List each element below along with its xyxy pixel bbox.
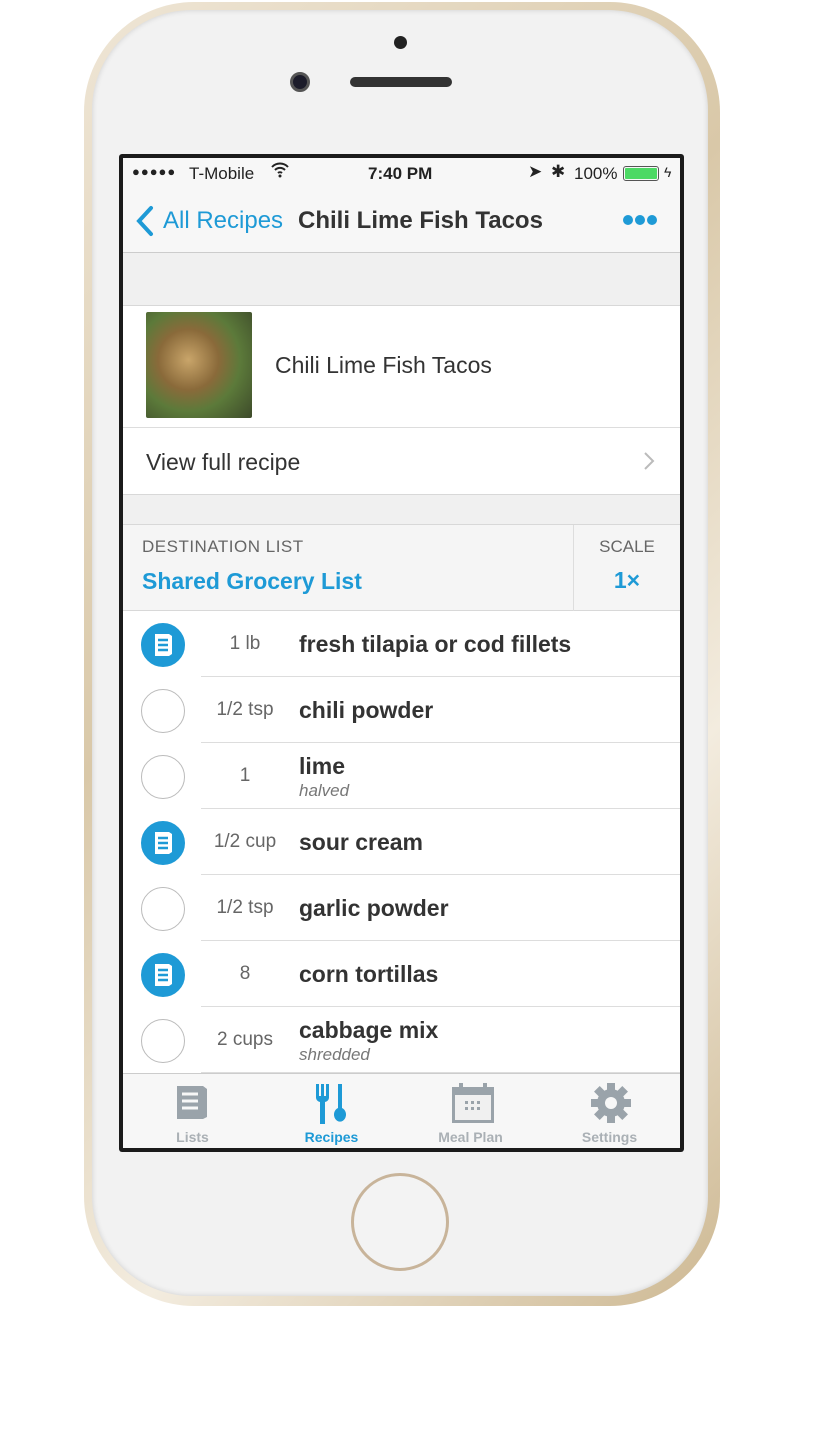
tab-recipes-label: Recipes xyxy=(304,1129,359,1145)
ingredient-row[interactable]: 2 cups cabbage mix shredded xyxy=(123,1007,680,1073)
nav-bar: All Recipes Chili Lime Fish Tacos xyxy=(123,190,680,253)
destination-section: DESTINATION LIST Shared Grocery List SCA… xyxy=(123,524,680,611)
recipe-thumbnail[interactable] xyxy=(146,312,252,418)
back-label: All Recipes xyxy=(163,207,284,234)
ingredient-name: garlic powder xyxy=(299,895,449,921)
screen: ●●●●● T-Mobile 7:40 PM ➤ ✱ 100% ϟ All Re… xyxy=(123,158,680,1148)
destination-value: Shared Grocery List xyxy=(142,568,362,594)
list-icon xyxy=(154,831,172,854)
ingredient-row[interactable]: 1/2 tsp chili powder xyxy=(123,677,680,743)
bluetooth-icon: ✱ xyxy=(551,162,566,181)
home-button[interactable] xyxy=(351,1173,449,1271)
ingredient-name: chili powder xyxy=(299,697,434,723)
location-icon: ➤ xyxy=(528,162,543,181)
add-to-list-toggle[interactable] xyxy=(141,887,185,931)
ingredient-row[interactable]: 1 lb fresh tilapia or cod fillets xyxy=(123,611,680,677)
on-list-toggle[interactable] xyxy=(141,821,185,865)
chevron-left-icon xyxy=(136,206,153,236)
recipe-name: Chili Lime Fish Tacos xyxy=(275,352,492,378)
ingredient-quantity: 1 xyxy=(239,765,251,786)
ingredient-note: shredded xyxy=(299,1045,370,1064)
tab-lists-label: Lists xyxy=(176,1129,209,1145)
view-full-recipe-row[interactable]: View full recipe xyxy=(123,428,680,494)
signal-icon: ●●●●● xyxy=(132,164,177,179)
ingredient-quantity: 1/2 tsp xyxy=(216,699,274,720)
destination-label: DESTINATION LIST xyxy=(142,537,304,556)
view-full-recipe-label: View full recipe xyxy=(146,449,301,475)
speaker xyxy=(350,77,452,87)
carrier: T-Mobile xyxy=(189,164,255,183)
ingredient-name: cabbage mix xyxy=(299,1017,439,1043)
ingredient-row[interactable]: 1/2 tsp garlic powder xyxy=(123,875,680,941)
recipe-card: Chili Lime Fish Tacos View full recipe xyxy=(123,305,680,495)
ingredient-name: fresh tilapia or cod fillets xyxy=(299,631,572,657)
ingredient-name: lime xyxy=(299,753,346,779)
ingredient-row[interactable]: 8 corn tortillas xyxy=(123,941,680,1007)
add-to-list-toggle[interactable] xyxy=(141,689,185,733)
tab-lists[interactable]: Lists xyxy=(123,1074,262,1148)
wifi-icon xyxy=(271,162,289,183)
charging-icon: ϟ xyxy=(664,164,672,180)
add-to-list-toggle[interactable] xyxy=(141,1019,185,1063)
gear-icon xyxy=(591,1083,631,1123)
tab-settings-label: Settings xyxy=(581,1129,638,1145)
battery-icon xyxy=(623,166,659,181)
sensor xyxy=(394,36,407,49)
tab-settings[interactable]: Settings xyxy=(540,1074,679,1148)
list-icon xyxy=(154,633,172,656)
on-list-toggle[interactable] xyxy=(141,953,185,997)
ingredient-name: sour cream xyxy=(299,829,424,855)
ingredient-quantity: 2 cups xyxy=(217,1029,273,1050)
clock: 7:40 PM xyxy=(368,164,433,183)
ingredient-quantity: 8 xyxy=(239,963,251,984)
ingredient-quantity: 1/2 cup xyxy=(213,831,277,852)
destination-list-picker[interactable]: DESTINATION LIST Shared Grocery List xyxy=(123,525,573,611)
add-to-list-toggle[interactable] xyxy=(141,755,185,799)
on-list-toggle[interactable] xyxy=(141,623,185,667)
ingredient-note: halved xyxy=(299,781,350,800)
tab-meal-plan-label: Meal Plan xyxy=(438,1129,503,1145)
ingredient-quantity: 1/2 tsp xyxy=(216,897,274,918)
more-icon xyxy=(623,215,657,225)
list-icon xyxy=(154,963,172,986)
tab-meal-plan[interactable]: Meal Plan xyxy=(401,1074,540,1148)
ingredient-row[interactable]: 1/2 cup sour cream xyxy=(123,809,680,875)
status-bar: ●●●●● T-Mobile 7:40 PM ➤ ✱ 100% ϟ xyxy=(123,158,680,190)
back-button[interactable]: All Recipes xyxy=(135,204,283,238)
ingredient-quantity: 1 lb xyxy=(229,633,261,654)
battery-percent: 100% xyxy=(574,164,618,183)
scale-value: 1× xyxy=(613,567,641,593)
tab-recipes[interactable]: Recipes xyxy=(262,1074,401,1148)
page-title: Chili Lime Fish Tacos xyxy=(298,207,543,234)
lists-icon xyxy=(177,1086,207,1119)
more-button[interactable] xyxy=(623,213,657,231)
scale-label: SCALE xyxy=(599,537,655,556)
scale-picker[interactable]: SCALE 1× xyxy=(573,525,680,611)
chevron-right-icon xyxy=(644,452,655,470)
tab-bar: Lists Recipes Meal Plan Settings xyxy=(123,1073,680,1148)
front-camera xyxy=(290,72,310,92)
recipe-header: Chili Lime Fish Tacos xyxy=(123,306,680,428)
ingredient-row[interactable]: 1 lime halved xyxy=(123,743,680,809)
calendar-icon xyxy=(452,1083,494,1123)
fork-spoon-icon xyxy=(316,1084,346,1124)
ingredient-name: corn tortillas xyxy=(299,961,439,987)
